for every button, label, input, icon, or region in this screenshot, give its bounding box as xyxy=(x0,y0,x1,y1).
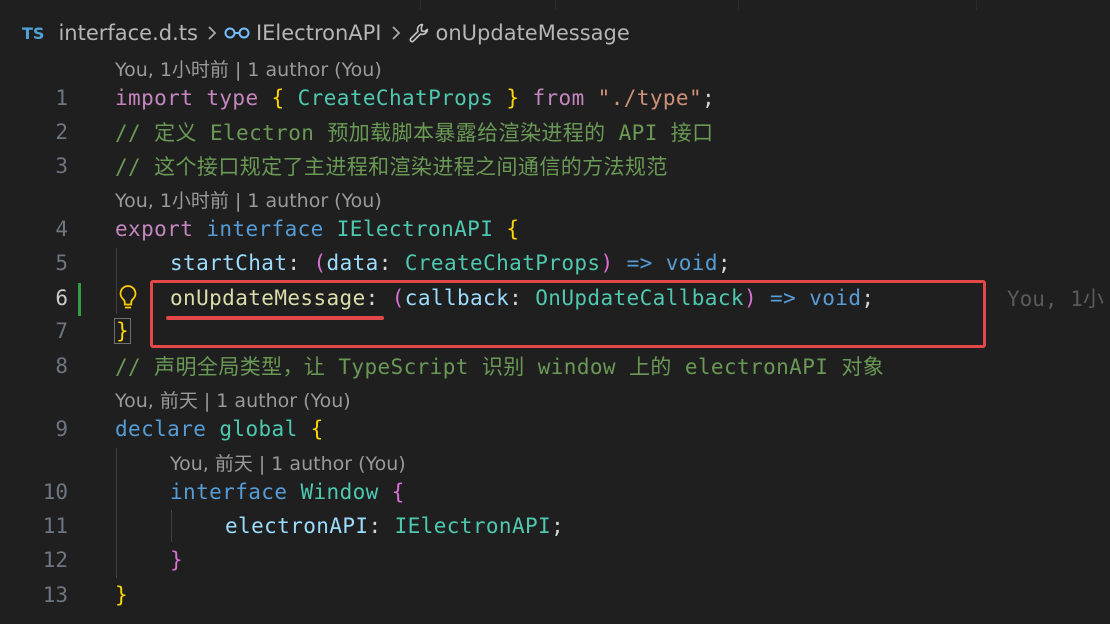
breadcrumb-interface[interactable]: IElectronAPI xyxy=(256,21,382,45)
code-text[interactable]: import type { CreateChatProps } from "./… xyxy=(115,86,715,110)
breadcrumb: TS interface.d.ts IElectronAPI onUpdateM… xyxy=(0,14,1110,52)
code-text[interactable]: export interface IElectronAPI { xyxy=(115,217,519,241)
code-comment[interactable]: // 声明全局类型，让 TypeScript 识别 window 上的 elec… xyxy=(115,351,884,381)
token-bracket: { xyxy=(310,417,324,441)
code-text[interactable]: interface Window { xyxy=(170,480,405,504)
code-text[interactable]: electronAPI: IElectronAPI; xyxy=(225,514,564,538)
tab-separator xyxy=(976,0,977,10)
code-line[interactable]: 8 // 声明全局类型，让 TypeScript 识别 window 上的 el… xyxy=(0,349,1110,383)
codelens-text[interactable]: You, 1小时前 | 1 author (You) xyxy=(115,55,382,82)
code-line[interactable]: 12 } xyxy=(0,543,1110,577)
line-number: 10 xyxy=(42,480,68,504)
line-number: 11 xyxy=(42,514,68,538)
code-line[interactable]: 5 startChat: (data: CreateChatProps) => … xyxy=(0,246,1110,280)
breadcrumb-method[interactable]: onUpdateMessage xyxy=(436,21,630,45)
token-punct: : xyxy=(287,251,301,275)
codelens-blame[interactable]: You, 1小时前 | 1 author (You) xyxy=(0,52,1110,84)
token-keyword: import xyxy=(115,86,194,110)
token-type: CreateChatProps xyxy=(404,251,601,275)
highlight-underline xyxy=(166,316,384,320)
tab-separator xyxy=(738,0,739,10)
token-punct: : xyxy=(378,251,392,275)
interface-symbol-icon xyxy=(224,27,250,39)
tab-bar-remnant xyxy=(0,0,1110,10)
token-bracket: { xyxy=(506,217,520,241)
token-punct: : xyxy=(368,514,382,538)
line-number: 5 xyxy=(55,251,68,275)
wrench-method-icon xyxy=(409,23,428,43)
token-bracket: { xyxy=(391,480,405,504)
token-bracket: ( xyxy=(313,251,327,275)
token-punct: ; xyxy=(551,514,565,538)
line-number: 3 xyxy=(55,154,68,178)
token-bracket: } xyxy=(506,86,520,110)
line-number: 7 xyxy=(55,319,68,343)
code-text[interactable]: startChat: (data: CreateChatProps) => vo… xyxy=(170,251,731,275)
token-string: "./type" xyxy=(597,86,703,110)
code-bracket[interactable]: } xyxy=(115,583,128,607)
tab-separator xyxy=(420,0,421,10)
token-arrow: => xyxy=(626,251,653,275)
token-punct: ; xyxy=(702,86,716,110)
line-number: 8 xyxy=(55,354,68,378)
matched-bracket[interactable]: } xyxy=(113,318,132,344)
token-bracket: { xyxy=(271,86,285,110)
line-number: 6 xyxy=(55,286,68,310)
codelens-text[interactable]: You, 前天 | 1 author (You) xyxy=(115,386,351,413)
code-line[interactable]: 10 interface Window { xyxy=(0,475,1110,509)
code-line[interactable]: 13 } xyxy=(0,578,1110,612)
inline-blame: You, 1小 xyxy=(1007,287,1104,311)
token-keyword: type xyxy=(206,86,259,110)
line-number: 12 xyxy=(42,548,68,572)
token-property: startChat xyxy=(170,251,288,275)
code-line[interactable]: 4 export interface IElectronAPI { xyxy=(0,212,1110,246)
code-line[interactable]: 2 // 定义 Electron 预加载脚本暴露给渲染进程的 API 接口 xyxy=(0,115,1110,149)
token-keyword: void xyxy=(665,251,718,275)
line-number: 4 xyxy=(55,217,68,241)
token-type: IElectronAPI xyxy=(336,217,494,241)
code-bracket[interactable]: } xyxy=(170,548,183,572)
code-line[interactable]: 3 // 这个接口规定了主进程和渲染进程之间通信的方法规范 xyxy=(0,149,1110,183)
codelens-text[interactable]: You, 前天 | 1 author (You) xyxy=(170,449,406,476)
token-keyword: declare xyxy=(115,417,207,441)
token-param: data xyxy=(326,251,379,275)
codelens-blame[interactable]: You, 前天 | 1 author (You) xyxy=(0,446,1110,478)
breadcrumb-file[interactable]: interface.d.ts xyxy=(58,21,198,45)
token-type: CreateChatProps xyxy=(297,86,494,110)
token-keyword: from xyxy=(532,86,585,110)
token-keyword: interface xyxy=(206,217,324,241)
line-number: 13 xyxy=(42,583,68,607)
token-property: electronAPI xyxy=(225,514,369,538)
line-number: 2 xyxy=(55,120,68,144)
codelens-text[interactable]: You, 1小时前 | 1 author (You) xyxy=(115,186,382,213)
token-type: Window xyxy=(300,480,379,504)
codelens-blame[interactable]: You, 前天 | 1 author (You) xyxy=(0,383,1110,415)
highlight-annotation-box xyxy=(150,280,986,348)
typescript-file-icon: TS xyxy=(22,23,45,43)
code-comment[interactable]: // 这个接口规定了主进程和渲染进程之间通信的方法规范 xyxy=(115,151,668,181)
code-line[interactable]: 11 electronAPI: IElectronAPI; xyxy=(0,509,1110,543)
line-number: 9 xyxy=(55,417,68,441)
codelens-blame[interactable]: You, 1小时前 | 1 author (You) xyxy=(0,183,1110,215)
token-type: IElectronAPI xyxy=(394,514,552,538)
lightbulb-icon[interactable] xyxy=(117,283,139,313)
chevron-right-icon xyxy=(391,26,400,40)
tab-separator xyxy=(555,0,556,10)
token-keyword: interface xyxy=(170,480,288,504)
chevron-right-icon xyxy=(208,26,217,40)
code-text[interactable]: declare global { xyxy=(115,417,324,441)
code-comment[interactable]: // 定义 Electron 预加载脚本暴露给渲染进程的 API 接口 xyxy=(115,117,714,147)
line-number: 1 xyxy=(55,86,68,110)
code-line[interactable]: 1 import type { CreateChatProps } from "… xyxy=(0,81,1110,115)
token-keyword: export xyxy=(115,217,194,241)
token-bracket: ) xyxy=(600,251,614,275)
code-line[interactable]: 9 declare global { xyxy=(0,412,1110,446)
token-identifier: global xyxy=(219,417,298,441)
token-punct: ; xyxy=(717,251,731,275)
